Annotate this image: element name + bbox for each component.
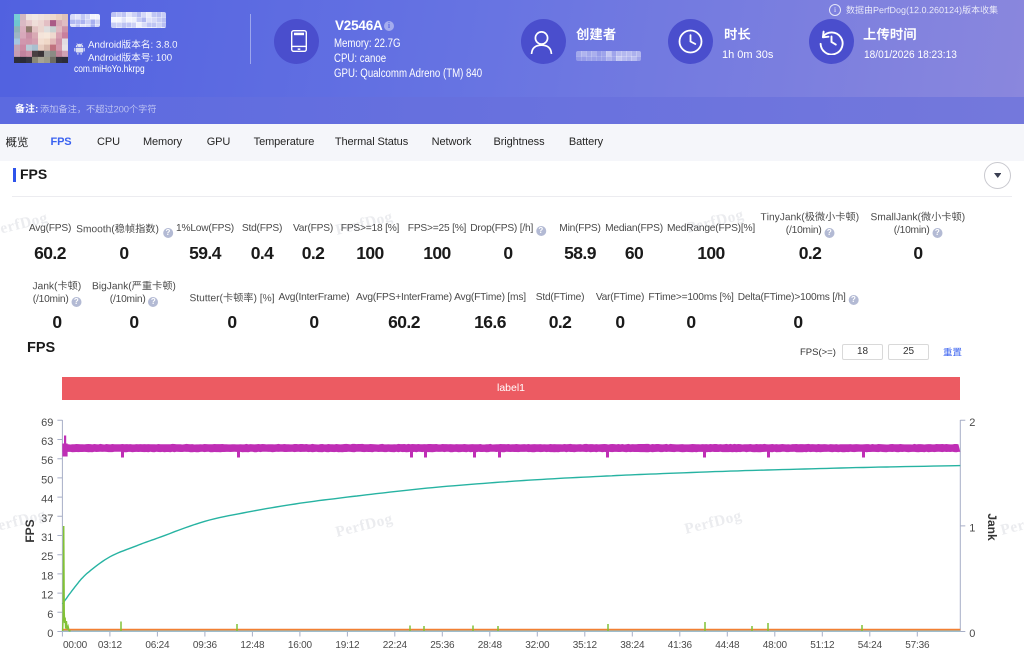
svg-text:00:00: 00:00 bbox=[63, 640, 88, 651]
svg-text:09:36: 09:36 bbox=[193, 640, 218, 651]
svg-text:28:48: 28:48 bbox=[478, 640, 503, 651]
svg-text:03:12: 03:12 bbox=[98, 640, 123, 651]
svg-text:16:00: 16:00 bbox=[288, 640, 313, 651]
svg-text:63: 63 bbox=[41, 436, 53, 448]
svg-text:06:24: 06:24 bbox=[145, 640, 170, 651]
svg-text:0: 0 bbox=[969, 628, 975, 640]
svg-text:44: 44 bbox=[41, 494, 53, 506]
svg-text:56: 56 bbox=[41, 455, 53, 467]
svg-text:69: 69 bbox=[41, 417, 53, 429]
svg-text:1: 1 bbox=[969, 522, 975, 534]
svg-text:25: 25 bbox=[41, 551, 53, 563]
svg-text:38:24: 38:24 bbox=[620, 640, 645, 651]
svg-text:12:48: 12:48 bbox=[240, 640, 265, 651]
svg-text:50: 50 bbox=[41, 474, 53, 486]
svg-text:57:36: 57:36 bbox=[905, 640, 930, 651]
svg-text:19:12: 19:12 bbox=[335, 640, 360, 651]
svg-text:31: 31 bbox=[41, 532, 53, 544]
svg-text:12: 12 bbox=[41, 590, 53, 602]
svg-text:51:12: 51:12 bbox=[810, 640, 835, 651]
svg-text:Jank: Jank bbox=[985, 513, 999, 541]
svg-text:44:48: 44:48 bbox=[715, 640, 740, 651]
svg-text:18: 18 bbox=[41, 570, 53, 582]
svg-text:22:24: 22:24 bbox=[383, 640, 408, 651]
svg-text:54:24: 54:24 bbox=[858, 640, 883, 651]
svg-text:32:00: 32:00 bbox=[525, 640, 550, 651]
svg-text:48:00: 48:00 bbox=[763, 640, 788, 651]
svg-text:41:36: 41:36 bbox=[668, 640, 693, 651]
svg-text:35:12: 35:12 bbox=[573, 640, 598, 651]
svg-text:2: 2 bbox=[969, 417, 975, 429]
svg-text:25:36: 25:36 bbox=[430, 640, 455, 651]
svg-text:0: 0 bbox=[47, 628, 53, 640]
svg-text:6: 6 bbox=[47, 609, 53, 621]
